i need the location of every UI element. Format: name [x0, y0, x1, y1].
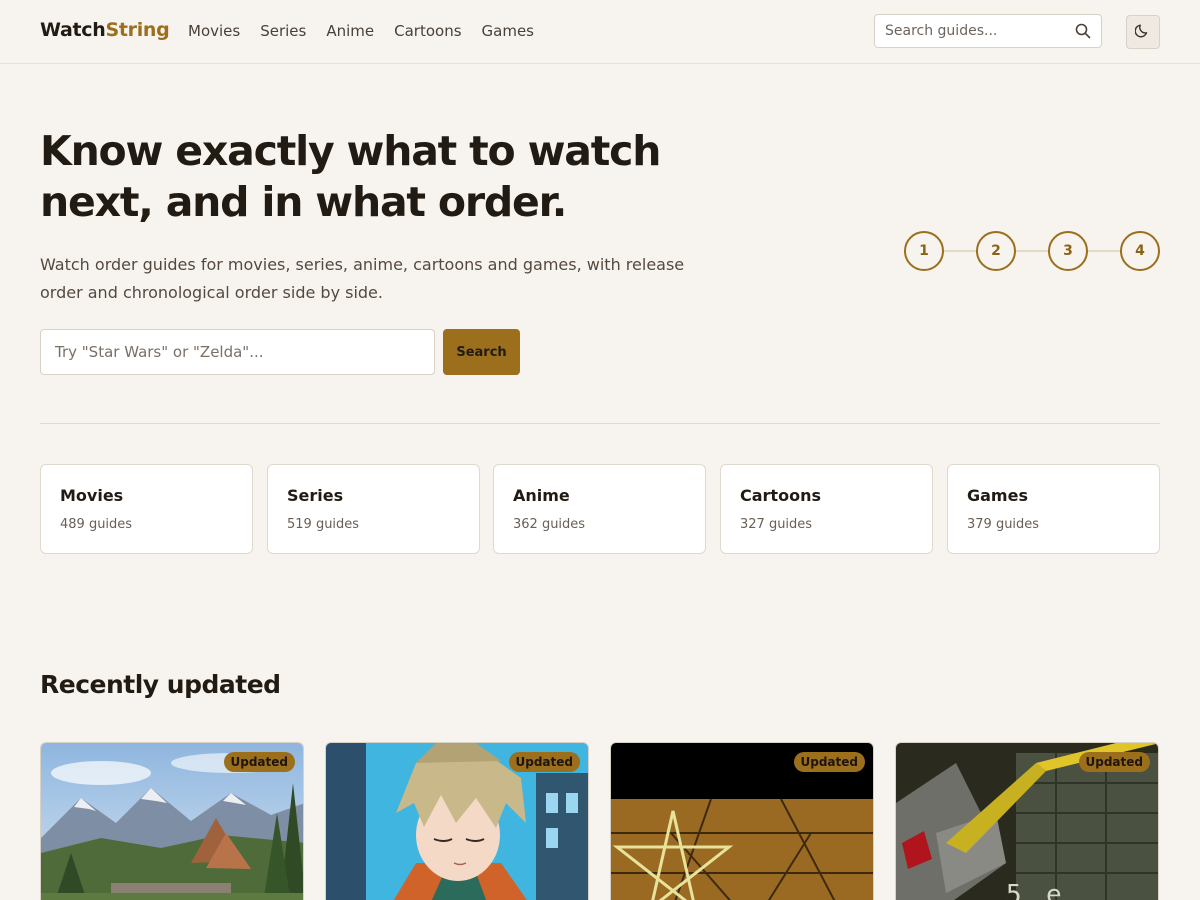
step-circle-1: 1: [904, 231, 944, 271]
category-name: Series: [287, 486, 344, 505]
recent-card-thumbnail[interactable]: Updated: [325, 742, 589, 900]
category-count: 489 guides: [60, 517, 133, 532]
category-name: Cartoons: [740, 486, 821, 505]
nav-cartoons[interactable]: Cartoons: [394, 22, 461, 40]
updated-badge: Updated: [1078, 752, 1150, 772]
steps-line: [924, 250, 1140, 252]
step-circle-4: 4: [1120, 231, 1160, 271]
category-name: Games: [967, 486, 1028, 505]
updated-badge: Updated: [793, 752, 865, 772]
step-circle-3: 3: [1048, 231, 1088, 271]
header-search-input[interactable]: [875, 15, 1065, 47]
header-search: [874, 14, 1102, 48]
step-circle-2: 2: [976, 231, 1016, 271]
updated-badge: Updated: [223, 752, 295, 772]
moon-icon: [1134, 22, 1151, 42]
nav-movies[interactable]: Movies: [188, 22, 240, 40]
hero-search-input[interactable]: [40, 329, 435, 375]
nav-games[interactable]: Games: [482, 22, 534, 40]
nav-series[interactable]: Series: [260, 22, 306, 40]
order-steps-illustration: 1 2 3 4: [904, 231, 1160, 271]
category-count: 379 guides: [967, 517, 1040, 532]
hero-search-button[interactable]: Search: [443, 329, 520, 375]
category-card-games[interactable]: Games 379 guides: [947, 464, 1160, 554]
category-name: Movies: [60, 486, 124, 505]
nav-anime[interactable]: Anime: [326, 22, 374, 40]
site-header: WatchString Movies Series Anime Cartoons…: [0, 0, 1200, 64]
hero-title: Know exactly what to watch next, and in …: [40, 127, 661, 226]
section-divider: [40, 423, 1160, 424]
updated-badge: Updated: [508, 752, 580, 772]
recently-updated-title: Recently updated: [40, 670, 281, 699]
recent-card-thumbnail[interactable]: 5 e Updated: [895, 742, 1159, 900]
recent-card-thumbnail[interactable]: Updated: [610, 742, 874, 900]
category-card-anime[interactable]: Anime 362 guides: [493, 464, 706, 554]
recent-card-thumbnail[interactable]: Updated: [40, 742, 304, 900]
category-count: 519 guides: [287, 517, 360, 532]
category-card-movies[interactable]: Movies 489 guides: [40, 464, 253, 554]
search-icon[interactable]: [1075, 23, 1091, 39]
main-nav: Movies Series Anime Cartoons Games: [188, 22, 534, 40]
game-text-5: 5: [1006, 880, 1022, 900]
hero-subtitle: Watch order guides for movies, series, a…: [40, 255, 685, 302]
site-logo[interactable]: WatchString: [40, 19, 170, 41]
category-count: 327 guides: [740, 517, 813, 532]
category-name: Anime: [513, 486, 570, 505]
game-text-e: e: [1046, 880, 1062, 900]
theme-toggle-button[interactable]: [1126, 15, 1160, 49]
category-card-cartoons[interactable]: Cartoons 327 guides: [720, 464, 933, 554]
logo-accent: String: [105, 19, 170, 41]
category-card-series[interactable]: Series 519 guides: [267, 464, 480, 554]
logo-main: Watch: [40, 19, 106, 41]
category-count: 362 guides: [513, 517, 586, 532]
